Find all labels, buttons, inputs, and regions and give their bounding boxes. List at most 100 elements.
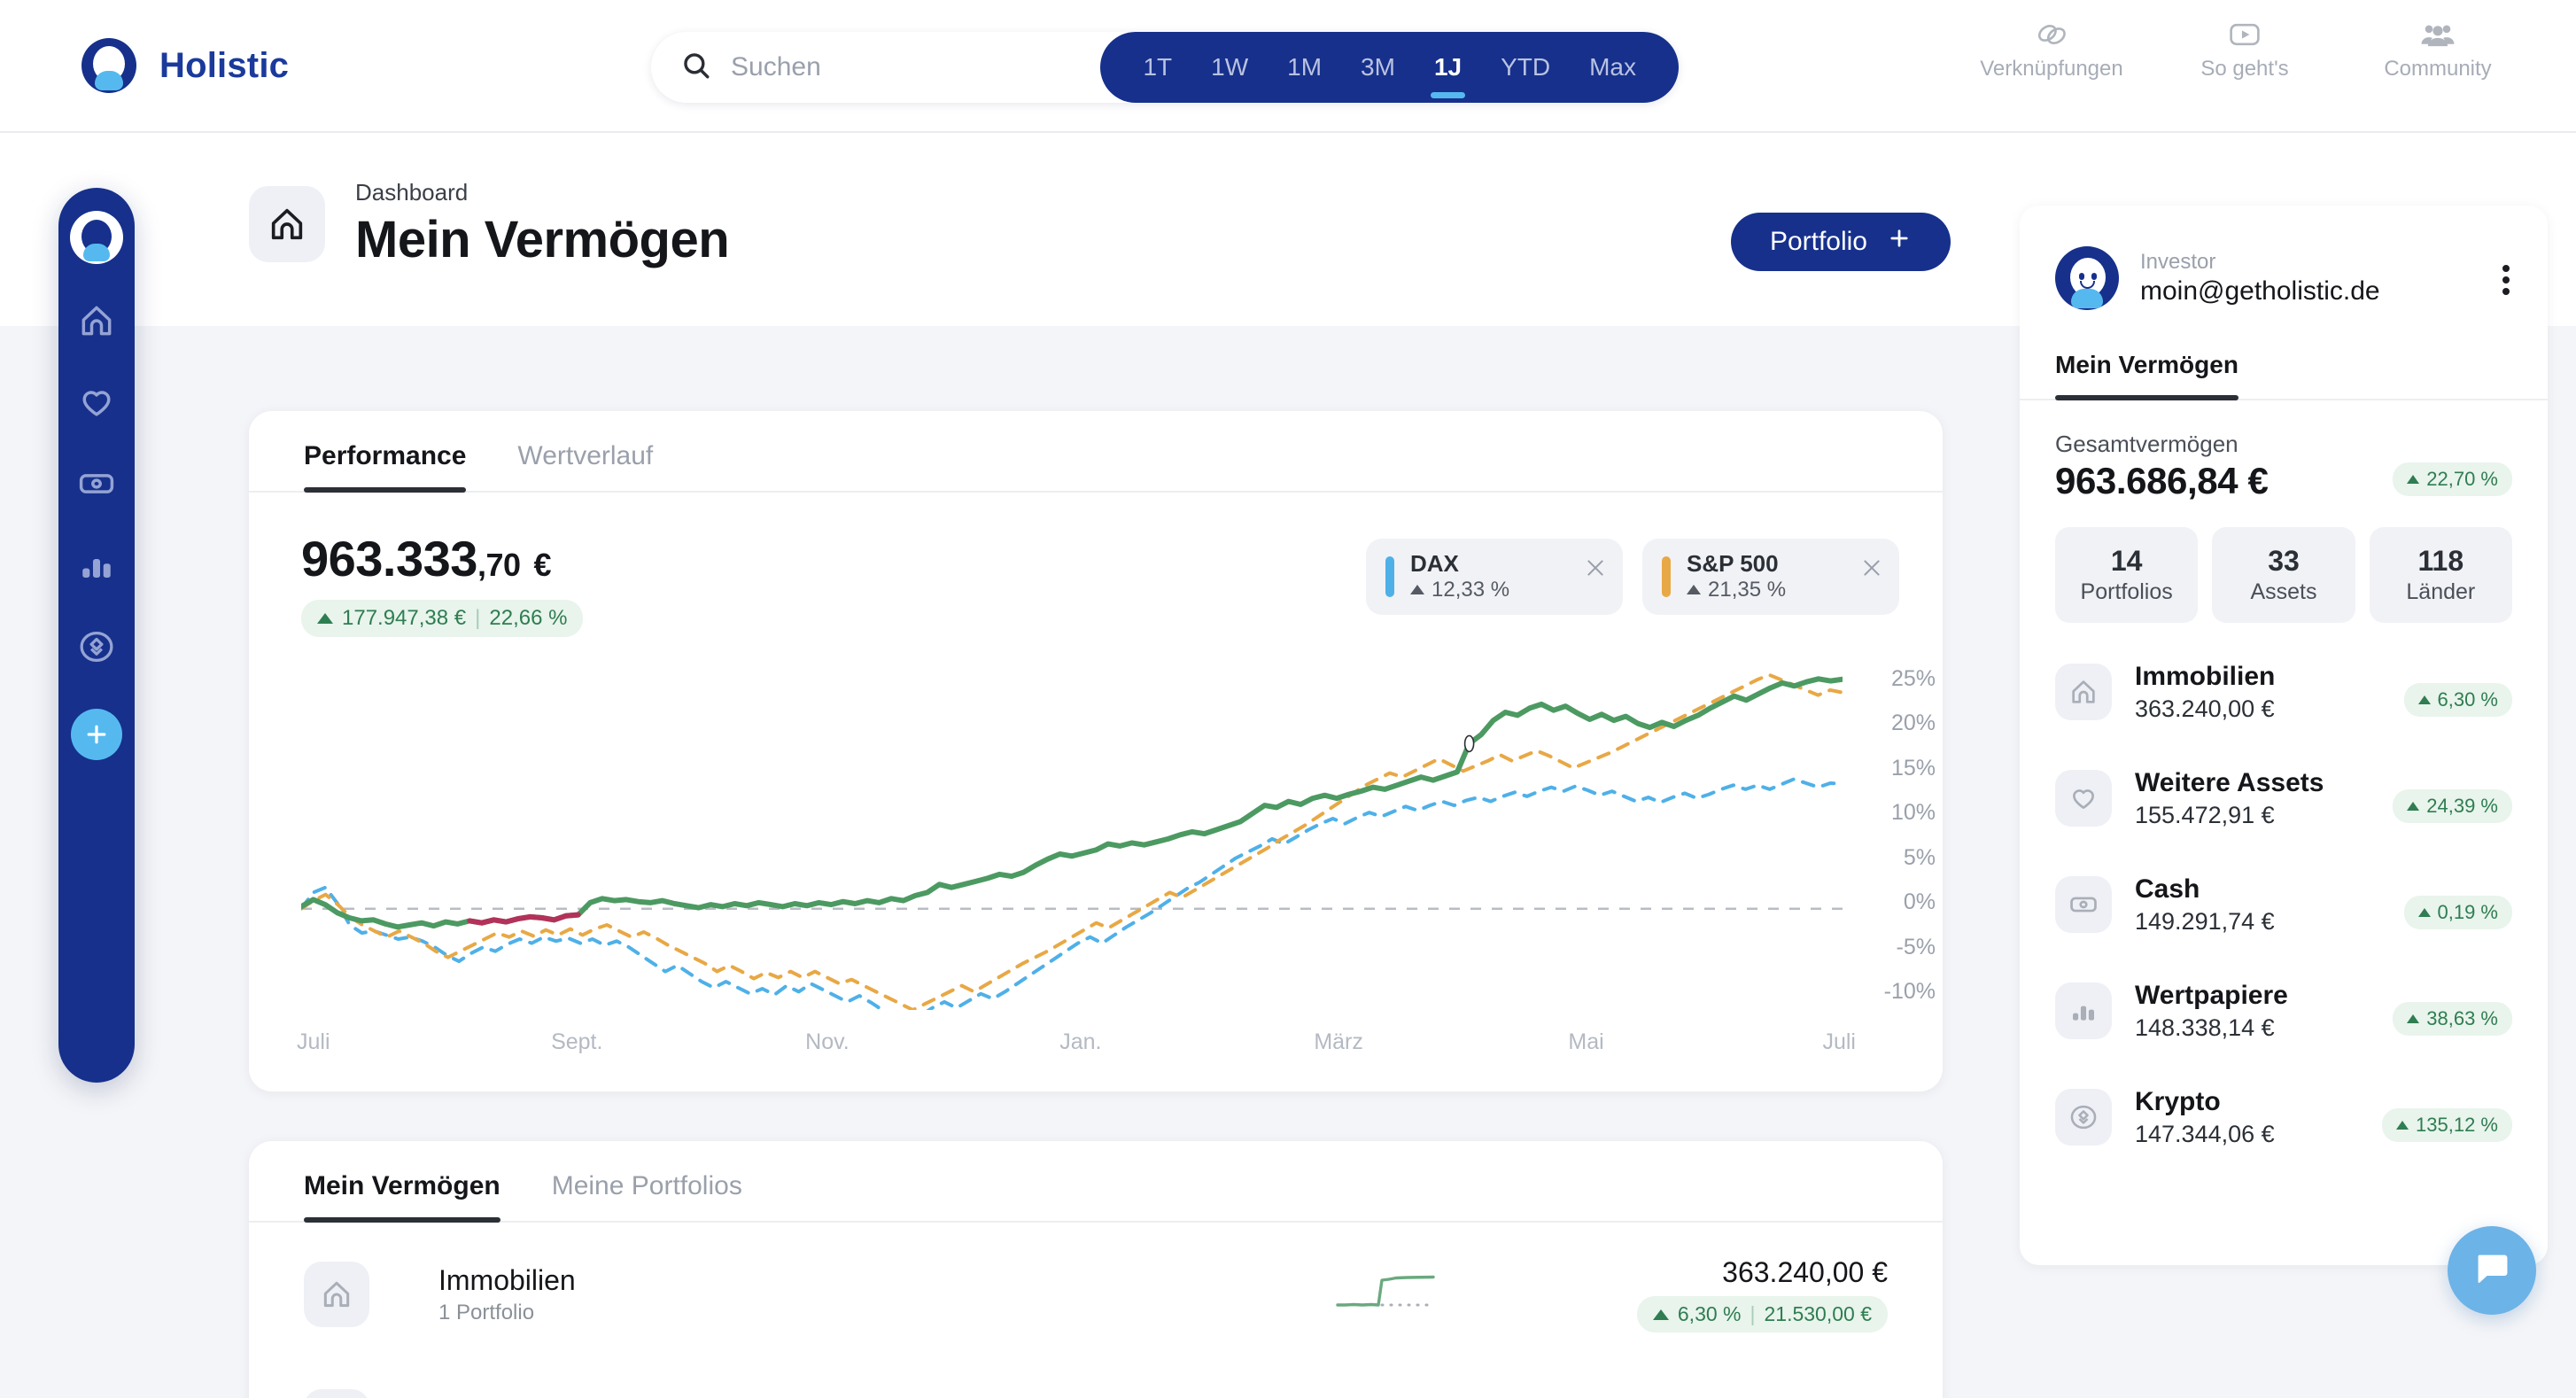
- chart-series-dax: [299, 777, 1844, 1026]
- close-icon[interactable]: [1860, 556, 1883, 579]
- table-row[interactable]: Weitere Assets: [249, 1370, 1943, 1398]
- performance-chart[interactable]: [299, 656, 1845, 1026]
- link-icon: [2034, 19, 2069, 50]
- stat-portfolios[interactable]: 14 Portfolios: [2055, 527, 2199, 623]
- user-email: moin@getholistic.de: [2140, 276, 2380, 306]
- benchmark-pct: 21,35 %: [1708, 577, 1787, 602]
- close-icon[interactable]: [1584, 556, 1607, 579]
- triangle-up-icon: [2407, 475, 2420, 484]
- breadcrumb: Dashboard: [355, 179, 469, 206]
- stat-assets[interactable]: 33 Assets: [2212, 527, 2355, 623]
- kpi-change-abs: 177.947,38 €: [342, 606, 467, 630]
- tab-performance[interactable]: Performance: [304, 441, 467, 493]
- kpi-value: 963.333,70 €: [301, 530, 583, 587]
- holistic-logo-icon: [81, 38, 136, 93]
- search-area: 1T 1W 1M 3M 1J YTD Max: [651, 32, 1679, 103]
- y-tick: -10%: [1883, 978, 1936, 1004]
- tab-mein-vermoegen[interactable]: Mein Vermögen: [304, 1171, 500, 1223]
- x-tick: Sept.: [551, 1029, 603, 1054]
- stat-laender[interactable]: 118 Länder: [2369, 527, 2512, 623]
- list-item-amount: 148.338,14 €: [2135, 1014, 2275, 1041]
- range-3m[interactable]: 3M: [1341, 32, 1415, 103]
- list-item-name: Cash: [2135, 874, 2200, 904]
- benchmark-chip-dax[interactable]: DAX 12,33 %: [1366, 539, 1623, 615]
- user-block[interactable]: Investor moin@getholistic.de: [2020, 206, 2548, 310]
- y-tick: 25%: [1890, 666, 1936, 691]
- kebab-menu-icon[interactable]: [2502, 264, 2510, 300]
- kpi-change-badge: 177.947,38 € | 22,66 %: [301, 600, 584, 637]
- side-panel-tabs: Mein Vermögen: [2020, 310, 2548, 400]
- sidebar-item-wertpapiere[interactable]: [69, 540, 124, 590]
- list-tabs: Mein Vermögen Meine Portfolios: [249, 1141, 1943, 1223]
- stat-laender-label: Länder: [2406, 579, 2476, 604]
- row-separator: |: [1750, 1302, 1756, 1325]
- home-icon: [249, 186, 325, 262]
- side-asset-list: Immobilien 363.240,00 € 6,30 % Weitere A…: [2020, 623, 2548, 1170]
- nav-verknuepfungen-label: Verknüpfungen: [1980, 57, 2123, 81]
- chat-button[interactable]: [2448, 1226, 2536, 1315]
- tab-wertverlauf[interactable]: Wertverlauf: [517, 441, 653, 491]
- x-tick: Mai: [1568, 1029, 1604, 1054]
- sidebar-add-button[interactable]: [71, 709, 122, 760]
- range-max[interactable]: Max: [1570, 32, 1656, 103]
- benchmark-name: DAX: [1410, 549, 1459, 577]
- top-bar: Holistic 1T 1W 1M 3M 1J YTD Max: [0, 0, 2576, 133]
- benchmark-color-bar: [1662, 556, 1671, 597]
- add-portfolio-button[interactable]: Portfolio: [1730, 213, 1951, 271]
- stat-portfolios-number: 14: [2110, 545, 2143, 577]
- total-wealth-change: 22,70 %: [2393, 462, 2512, 496]
- tab-meine-portfolios[interactable]: Meine Portfolios: [552, 1171, 742, 1221]
- range-1t[interactable]: 1T: [1123, 32, 1191, 103]
- y-tick: 0%: [1903, 889, 1936, 915]
- sidebar-item-cash[interactable]: [69, 459, 124, 509]
- list-item-pct: 38,63 %: [2426, 1007, 2498, 1029]
- tab-side-mein-vermoegen[interactable]: Mein Vermögen: [2055, 351, 2238, 400]
- list-item[interactable]: Immobilien 363.240,00 € 6,30 %: [2055, 639, 2512, 745]
- list-item[interactable]: Wertpapiere 148.338,14 € 38,63 %: [2055, 958, 2512, 1064]
- triangle-up-icon: [317, 613, 333, 624]
- nav-verknuepfungen[interactable]: Verknüpfungen: [1963, 19, 2140, 82]
- list-item-amount: 363.240,00 €: [2135, 695, 2275, 722]
- nav-community-label: Community: [2384, 57, 2492, 81]
- row-title: Immobilien: [438, 1263, 576, 1296]
- list-item-name: Wertpapiere: [2135, 980, 2288, 1010]
- range-ytd[interactable]: YTD: [1481, 32, 1570, 103]
- assets-list-card: Mein Vermögen Meine Portfolios Immobilie…: [249, 1141, 1943, 1398]
- y-tick: 15%: [1890, 755, 1936, 781]
- range-1w[interactable]: 1W: [1191, 32, 1268, 103]
- range-1j[interactable]: 1J: [1415, 32, 1481, 103]
- sidebar-item-krypto[interactable]: [69, 622, 124, 672]
- chart-series-mein-verm-gen: [299, 676, 1845, 930]
- page-title: Mein Vermögen: [355, 211, 730, 268]
- sidebar-item-home[interactable]: [69, 296, 124, 346]
- nav-so-gehts[interactable]: So geht's: [2156, 19, 2333, 82]
- stats-row: 14 Portfolios 33 Assets 118 Länder: [2020, 502, 2548, 623]
- chart-negative-segment: [467, 912, 581, 926]
- stat-portfolios-label: Portfolios: [2080, 579, 2173, 604]
- table-row[interactable]: Immobilien 1 Portfolio 363.240,00 € 6,30…: [249, 1242, 1943, 1347]
- list-item[interactable]: Weitere Assets 155.472,91 € 24,39 %: [2055, 745, 2512, 851]
- brand[interactable]: Holistic: [81, 38, 289, 93]
- list-item-amount: 155.472,91 €: [2135, 801, 2275, 828]
- home-icon: [2055, 664, 2112, 720]
- row-change-abs: 21.530,00 €: [1764, 1302, 1872, 1325]
- chart-y-axis: 25% 20% 15% 10% 5% 0% -5% -10%: [1829, 666, 1936, 1005]
- stat-assets-label: Assets: [2250, 579, 2317, 604]
- video-play-icon: [2227, 19, 2262, 50]
- list-item[interactable]: Krypto 147.344,06 € 135,12 %: [2055, 1064, 2512, 1170]
- y-tick: 10%: [1890, 800, 1936, 826]
- range-1m[interactable]: 1M: [1268, 32, 1341, 103]
- list-item-pct: 24,39 %: [2426, 795, 2498, 817]
- benchmark-name: S&P 500: [1687, 549, 1779, 577]
- search-icon: [681, 50, 711, 85]
- sidebar-logo-icon[interactable]: [70, 211, 123, 264]
- nav-community[interactable]: Community: [2349, 19, 2526, 82]
- chart-series-s-p-500: [299, 672, 1844, 1012]
- triangle-up-icon: [1652, 1309, 1669, 1320]
- add-portfolio-label: Portfolio: [1769, 227, 1867, 256]
- benchmark-chip-sp500[interactable]: S&P 500 21,35 %: [1642, 539, 1899, 615]
- sidebar-item-weitere-assets[interactable]: [69, 377, 124, 427]
- list-item[interactable]: Cash 149.291,74 € 0,19 %: [2055, 851, 2512, 958]
- list-item-pct: 0,19 %: [2437, 901, 2499, 923]
- user-role: Investor: [2140, 250, 2216, 274]
